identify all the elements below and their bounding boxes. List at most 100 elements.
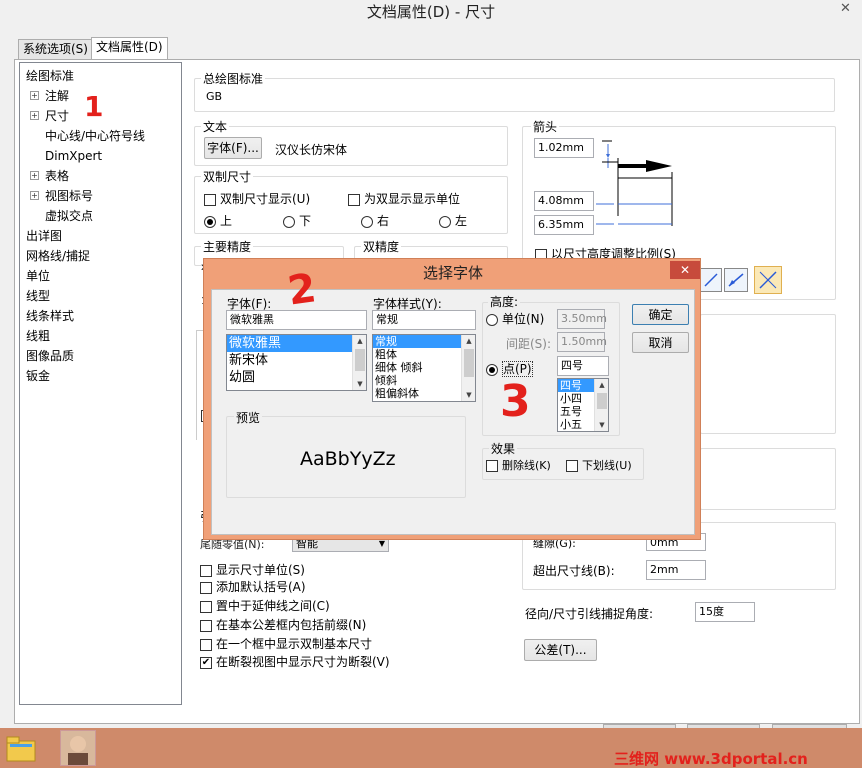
tree-item-drafting-standard[interactable]: 绘图标准	[26, 66, 74, 86]
arrow-size-1[interactable]: 1.02mm	[534, 138, 594, 158]
tree-item-line-style[interactable]: 线条样式	[26, 306, 74, 326]
tree-item-sheet-metal[interactable]: 钣金	[26, 366, 50, 386]
tab-system-options[interactable]: 系统选项(S)	[18, 39, 93, 59]
tab-document-properties[interactable]: 文档属性(D)	[91, 37, 168, 59]
standard-value[interactable]: GB	[206, 90, 222, 103]
tree-item-line-thickness[interactable]: 线粗	[26, 326, 50, 346]
checkmark-icon[interactable]: ✔	[200, 656, 212, 669]
size-list-scrollbar[interactable]: ▲ ▼	[594, 379, 608, 431]
style-list-item[interactable]: 粗偏斜体	[373, 387, 475, 400]
scroll-down-icon: ▼	[357, 380, 363, 388]
font-list-item[interactable]: 微软雅黑	[227, 335, 366, 352]
radio-left[interactable]: 左	[439, 212, 467, 229]
font-list-scrollbar[interactable]: ▲ ▼	[352, 335, 366, 390]
expand-icon[interactable]: +	[30, 91, 39, 100]
arrows-group-title: 箭头	[531, 118, 560, 135]
checkbox-icon[interactable]	[486, 460, 498, 472]
font-list-item[interactable]: 新宋体	[227, 352, 366, 369]
tree-item-tables[interactable]: + 表格	[30, 166, 69, 186]
broken-view-checkbox[interactable]: ✔ 在断裂视图中显示尺寸为断裂(V)	[200, 653, 390, 670]
size-list[interactable]: 四号 小四 五号 小五 ▲ ▼	[557, 378, 609, 432]
include-prefix-checkbox[interactable]: 在基本公差框内包括前缀(N)	[200, 616, 366, 633]
folder-icon[interactable]	[4, 731, 38, 765]
effects-title: 效果	[489, 440, 518, 457]
expand-icon[interactable]: +	[30, 171, 39, 180]
checkbox-icon[interactable]	[200, 600, 212, 613]
snap-angle-label: 径向/尺寸引线捕捉角度:	[525, 607, 654, 621]
font-list[interactable]: 微软雅黑 新宋体 幼圆 ▲ ▼	[226, 334, 367, 391]
window-close-button[interactable]: ✕	[829, 0, 862, 18]
arrow-smart-button[interactable]	[754, 266, 782, 294]
tolerance-button[interactable]: 公差(T)...	[524, 639, 597, 661]
dialog-ok-button[interactable]: 确定	[632, 304, 689, 325]
font-list-item[interactable]: 幼圆	[227, 369, 366, 386]
spacing-label: 间距(S):	[506, 337, 552, 351]
snap-angle-input[interactable]: 15度	[695, 602, 755, 622]
checkbox-icon[interactable]	[348, 193, 360, 206]
font-button[interactable]: 字体(F)...	[204, 137, 262, 159]
tree-item-dimensions[interactable]: + 尺寸	[30, 106, 69, 126]
style-list[interactable]: 常规 粗体 细体 倾斜 倾斜 粗偏斜体 ▲ ▼	[372, 334, 476, 402]
radio-icon[interactable]	[204, 215, 216, 228]
checkbox-icon[interactable]	[200, 619, 212, 632]
tree-item-line-font[interactable]: 线型	[26, 286, 50, 306]
tree-item-dimxpert[interactable]: DimXpert	[45, 146, 102, 166]
right-group-a	[700, 314, 836, 434]
scroll-thumb	[464, 349, 474, 377]
show-units-checkbox[interactable]: 显示尺寸单位(S)	[200, 561, 305, 578]
dialog-close-button[interactable]: ✕	[670, 261, 700, 279]
tree-item-image-quality[interactable]: 图像品质	[26, 346, 74, 366]
style-list-item[interactable]: 常规	[373, 335, 475, 348]
arrow-style-button[interactable]	[700, 268, 722, 292]
unit-radio[interactable]: 单位(N)	[486, 310, 544, 327]
dialog-cancel-button[interactable]: 取消	[632, 332, 689, 353]
style-list-scrollbar[interactable]: ▲ ▼	[461, 335, 475, 401]
scroll-up-icon: ▲	[357, 337, 363, 345]
dual-display-checkbox[interactable]: 双制尺寸显示(U)	[204, 190, 310, 207]
arrow-outside-button[interactable]	[724, 268, 748, 292]
scroll-up-icon: ▲	[466, 337, 472, 345]
tree-item-virtual-sharps[interactable]: 虚拟交点	[45, 206, 93, 226]
underline-checkbox[interactable]: 下划线(U)	[566, 457, 632, 473]
radio-icon[interactable]	[486, 363, 498, 376]
tree-item-view-labels[interactable]: + 视图标号	[30, 186, 93, 206]
tree-item-annotations[interactable]: + 注解	[30, 86, 69, 106]
dual-precision-title: 双精度	[361, 238, 402, 255]
checkbox-icon[interactable]	[200, 581, 212, 594]
arrow-smart-icon	[759, 271, 777, 289]
radio-icon[interactable]	[486, 313, 498, 326]
style-input[interactable]: 常规	[372, 310, 476, 330]
expand-icon[interactable]: +	[30, 111, 39, 120]
style-list-item[interactable]: 细体 倾斜	[373, 361, 475, 374]
spacing-input[interactable]: 1.50mm	[557, 332, 607, 352]
radio-bottom[interactable]: 下	[283, 212, 311, 229]
tree-item-units[interactable]: 单位	[26, 266, 50, 286]
radio-icon[interactable]	[283, 215, 295, 228]
style-list-item[interactable]: 粗体	[373, 348, 475, 361]
center-between-checkbox[interactable]: 置中于延伸线之间(C)	[200, 597, 330, 614]
unit-input[interactable]: 3.50mm	[557, 309, 607, 329]
add-parentheses-checkbox[interactable]: 添加默认括号(A)	[200, 578, 306, 595]
style-list-item[interactable]: 倾斜	[373, 374, 475, 387]
avatar[interactable]	[60, 730, 96, 766]
radio-icon[interactable]	[361, 215, 373, 228]
point-input[interactable]: 四号	[557, 356, 609, 376]
beyond-input[interactable]: 2mm	[646, 560, 706, 580]
checkbox-icon[interactable]	[200, 638, 212, 651]
arrow-size-3[interactable]: 6.35mm	[534, 215, 594, 235]
expand-icon[interactable]: +	[30, 191, 39, 200]
radio-top[interactable]: 上	[204, 212, 232, 229]
radio-icon[interactable]	[439, 215, 451, 228]
tree-item-detailing[interactable]: 出详图	[26, 226, 62, 246]
point-radio[interactable]: 点(P)	[486, 360, 533, 377]
strikeout-checkbox[interactable]: 删除线(K)	[486, 457, 551, 473]
checkbox-icon[interactable]	[204, 193, 216, 206]
dual-basic-checkbox[interactable]: 在一个框中显示双制基本尺寸	[200, 635, 372, 652]
tree-item-grid-snap[interactable]: 网格线/捕捉	[26, 246, 90, 266]
checkbox-icon[interactable]	[200, 564, 212, 577]
tree-item-centerlines[interactable]: 中心线/中心符号线	[45, 126, 145, 146]
dual-units-checkbox[interactable]: 为双显示显示单位	[348, 190, 460, 207]
arrow-size-2[interactable]: 4.08mm	[534, 191, 594, 211]
checkbox-icon[interactable]	[566, 460, 578, 472]
radio-right[interactable]: 右	[361, 212, 389, 229]
